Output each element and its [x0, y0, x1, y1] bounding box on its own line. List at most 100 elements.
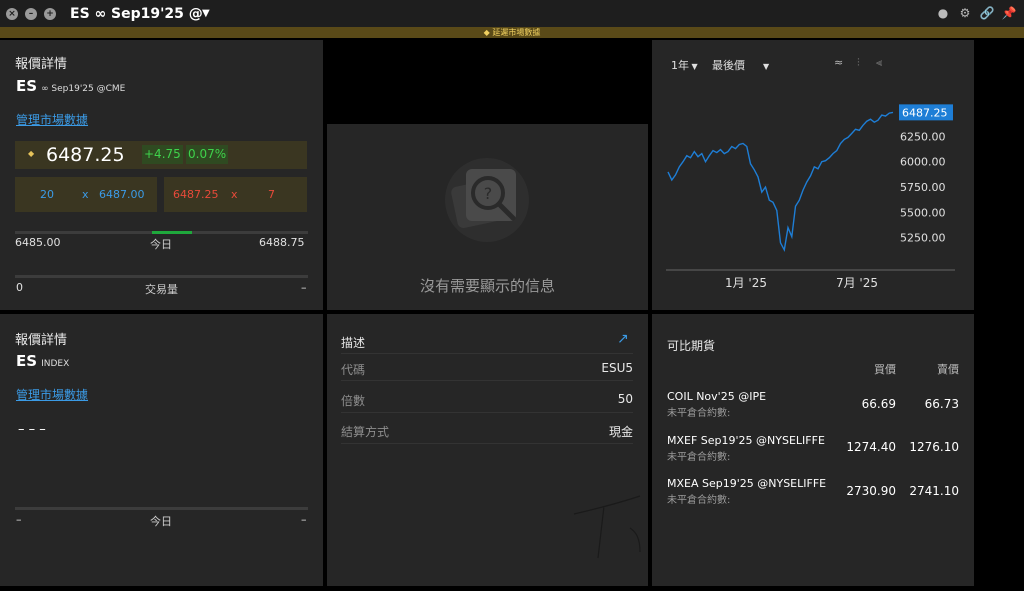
diamond-icon: ◆: [483, 28, 490, 37]
day-high: 6488.75: [259, 236, 305, 249]
link-icon[interactable]: 🔗: [980, 6, 995, 20]
ask-x: x: [231, 188, 238, 201]
divider: [341, 443, 633, 444]
x-tick-label: 7月 '25: [836, 276, 878, 290]
day-range-fill: [152, 231, 192, 234]
open-interest-label: 未平倉合約數:: [667, 495, 731, 506]
title-bar: × – + ES ∞ Sep19'25 @CME ▼ ● ⚙ 🔗 📌: [0, 0, 1024, 27]
no-info-message: 沒有需要顯示的信息: [419, 277, 555, 295]
volume-max: –: [301, 281, 307, 294]
divider: [341, 412, 633, 413]
bid-size: 20: [40, 188, 54, 201]
day-range-label: 今日: [150, 238, 172, 251]
open-interest-label: 未平倉合約數:: [667, 452, 731, 463]
chevron-down-icon[interactable]: ▼: [202, 8, 210, 19]
people-icon[interactable]: ●: [936, 6, 950, 20]
y-tick-label: 6250.00: [900, 130, 946, 143]
bid-value: 1274.40: [846, 440, 896, 454]
chevron-down-icon: ▼: [689, 62, 698, 71]
y-tick-label: 5750.00: [900, 181, 946, 194]
price-mode-dropdown[interactable]: 最後價 ▼: [712, 57, 769, 73]
delayed-data-banner: ◆ 延遲市場數據: [0, 27, 1024, 38]
bid-value: 66.69: [861, 397, 896, 411]
right-gutter: [977, 40, 1024, 586]
panel-title: 可比期貨: [667, 339, 716, 353]
range-right: –: [301, 513, 307, 526]
panel-title: 報價詳情: [15, 333, 68, 348]
bid-value: 2730.90: [846, 484, 896, 498]
row-label: 倍數: [341, 394, 366, 408]
column-bid-header: 買價: [874, 363, 896, 376]
series-line: [667, 111, 894, 253]
symbol-text: ES: [16, 352, 38, 370]
chevron-down-icon: ▼: [763, 62, 770, 71]
no-info-icon: ?: [445, 158, 529, 242]
ask-value: 66.73: [924, 397, 959, 411]
contract-name[interactable]: MXEA Sep19'25 @NYSELIFFE: [667, 477, 826, 490]
y-tick-label: 5500.00: [900, 206, 946, 219]
last-price-box: ◆ 6487.25 +4.75 0.07%: [15, 141, 307, 169]
change-value: +4.75: [142, 145, 183, 164]
y-tick-label: 5250.00: [900, 232, 946, 245]
ask-value: 1276.10: [909, 440, 959, 454]
price-mode-label: 最後價: [712, 59, 745, 72]
volume-bar: [15, 275, 308, 278]
row-value: 現金: [608, 425, 633, 439]
x-tick-label: 1月 '25: [725, 276, 767, 290]
column-ask-header: 賣價: [937, 363, 959, 376]
line-chart-icon[interactable]: ≈: [834, 56, 843, 69]
divider: [341, 353, 633, 354]
period-dropdown[interactable]: 1年 ▼: [671, 57, 698, 73]
bid-box[interactable]: 20 x 6487.00: [15, 177, 157, 212]
close-button[interactable]: ×: [6, 7, 18, 20]
bid-price: 6487.00: [99, 188, 145, 201]
app-window: × – + ES ∞ Sep19'25 @CME ▼ ● ⚙ 🔗 📌 ◆ 延遲市…: [0, 0, 1024, 591]
manage-market-data-link[interactable]: 管理市場數據: [16, 386, 88, 403]
day-low: 6485.00: [15, 236, 61, 249]
delayed-data-label: 延遲市場數據: [492, 28, 541, 37]
ask-price: 6487.25: [173, 188, 219, 201]
day-range-bar: [15, 507, 308, 510]
row-value: 50: [617, 392, 633, 406]
minimize-button[interactable]: –: [25, 7, 37, 20]
contract-label: ∞ Sep19'25 @CME: [41, 84, 126, 94]
row-label: 結算方式: [341, 425, 390, 439]
open-interest-label: 未平倉合約數:: [667, 408, 731, 419]
open-external-icon[interactable]: ↗: [617, 331, 629, 347]
ask-size: 7: [268, 188, 275, 201]
price-chart[interactable]: 6250.00 6000.00 5750.00 5500.00 5250.00 1月 '…: [652, 95, 974, 305]
symbol-label: ES INDEX: [16, 352, 69, 370]
maximize-button[interactable]: +: [44, 7, 56, 20]
bar-chart-icon[interactable]: ⫶: [857, 56, 860, 70]
candlestick-icon[interactable]: ⫷: [876, 56, 882, 70]
svg-text:?: ?: [484, 184, 493, 203]
range-left: –: [16, 513, 22, 526]
diamond-icon: ◆: [28, 149, 35, 158]
change-percent: 0.07%: [186, 145, 229, 164]
volume-label: 交易量: [145, 283, 178, 296]
gear-icon[interactable]: ⚙: [958, 6, 972, 20]
pin-icon[interactable]: 📌: [1002, 6, 1017, 20]
row-label: 代碼: [341, 363, 366, 377]
symbol-text: ES: [16, 77, 38, 95]
divider: [341, 380, 633, 381]
window-title[interactable]: ES ∞ Sep19'25 @CME: [70, 6, 202, 22]
day-range-label: 今日: [150, 515, 172, 528]
row-value: ESU5: [601, 361, 633, 375]
last-price-tag-label: 6487.25: [902, 106, 948, 119]
symbol-type: INDEX: [41, 359, 70, 369]
bid-x: x: [82, 188, 89, 201]
last-price: 6487.25: [46, 144, 125, 166]
manage-market-data-link[interactable]: 管理市場數據: [16, 111, 88, 128]
ask-box[interactable]: 6487.25 x 7: [164, 177, 307, 212]
contract-name[interactable]: MXEF Sep19'25 @NYSELIFFE: [667, 434, 825, 447]
contract-name[interactable]: COIL Nov'25 @IPE: [667, 390, 766, 403]
last-price: – – –: [18, 422, 46, 437]
panel-title: 報價詳情: [15, 57, 68, 72]
panel-title: 描述: [341, 336, 366, 350]
ask-value: 2741.10: [909, 484, 959, 498]
symbol-label: ES ∞ Sep19'25 @CME: [16, 77, 125, 95]
y-tick-label: 6000.00: [900, 156, 946, 169]
period-label: 1年: [671, 59, 689, 72]
volume-min: 0: [16, 281, 23, 294]
